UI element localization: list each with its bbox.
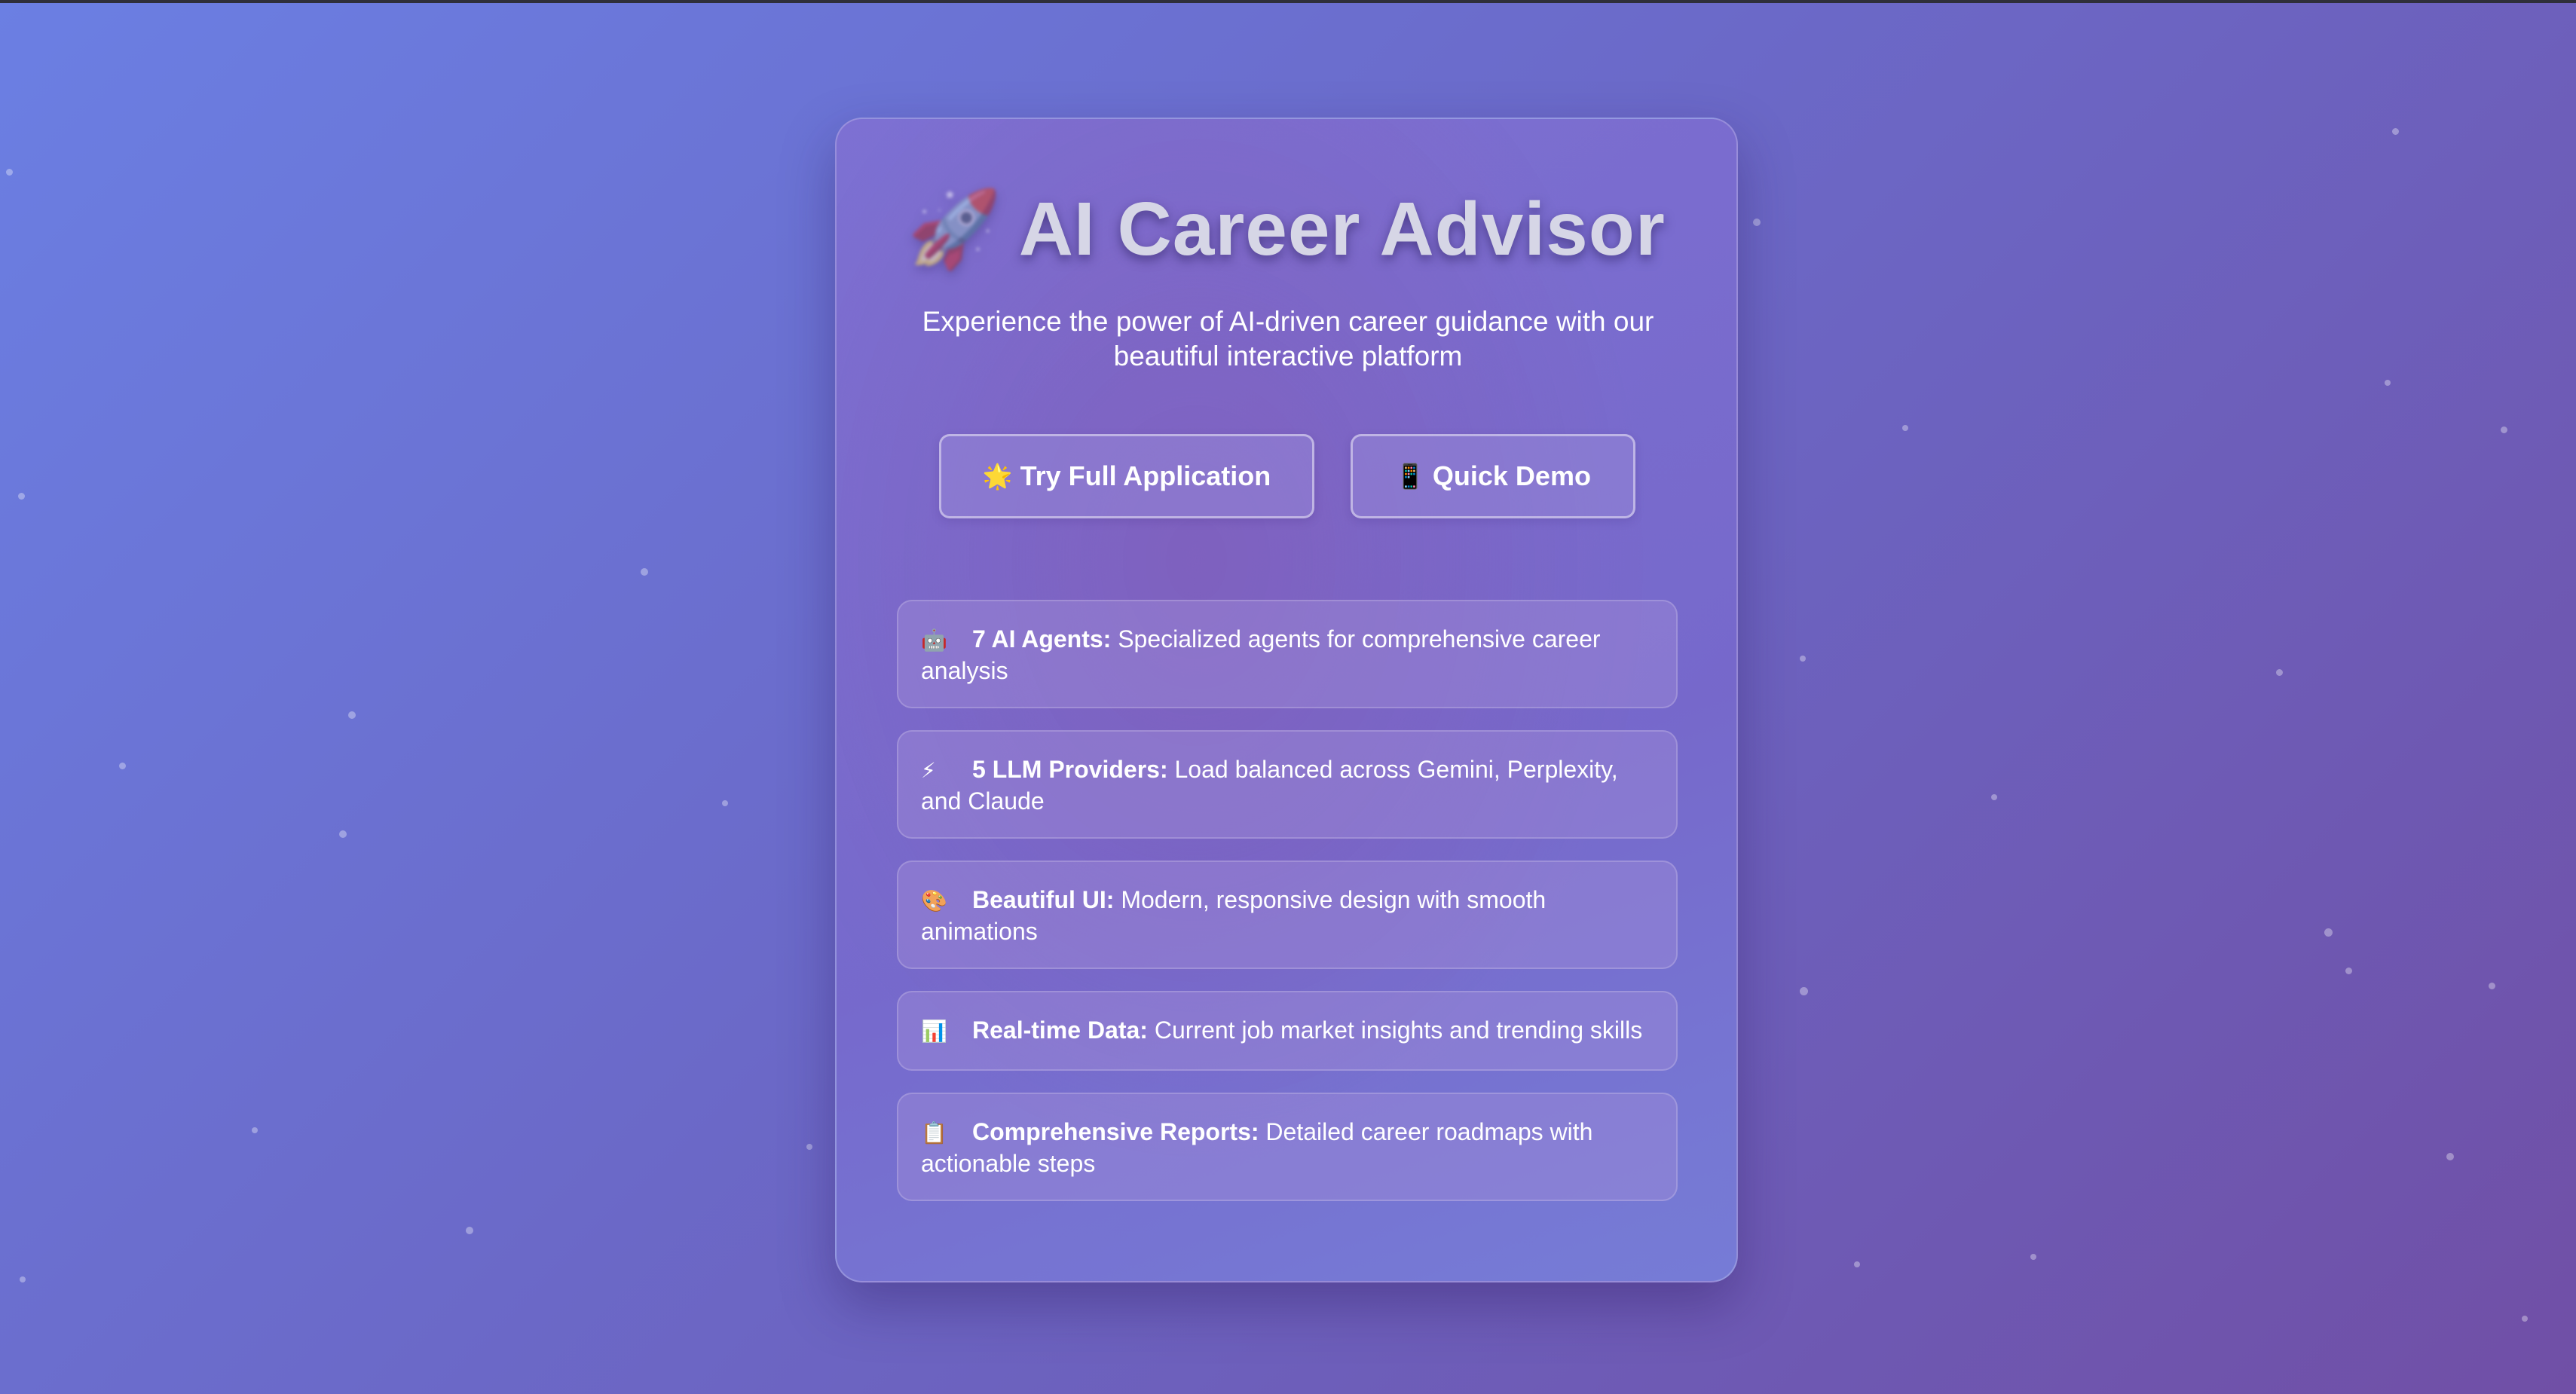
feature-title: 7 AI Agents: <box>972 625 1112 653</box>
page-title-text: AI Career Advisor <box>1018 187 1666 271</box>
rocket-icon: 🚀 <box>907 187 1002 271</box>
feature-card-real-time-data: 📊 Real-time Data: Current job market insi… <box>897 991 1678 1071</box>
lightning-icon: ⚡ <box>921 759 936 782</box>
feature-card-beautiful-ui: 🎨 Beautiful UI: Modern, responsive design… <box>897 861 1678 969</box>
try-full-application-label: Try Full Application <box>1020 460 1271 491</box>
bar-chart-icon: 📊 <box>921 1020 947 1043</box>
robot-icon: 🤖 <box>921 628 947 652</box>
phone-icon: 📱 <box>1395 463 1425 490</box>
try-full-application-button[interactable]: 🌟 Try Full Application <box>939 434 1314 518</box>
page-title: 🚀 AI Career Advisor <box>837 185 1736 274</box>
star-icon: 🌟 <box>982 463 1013 490</box>
quick-demo-button[interactable]: 📱 Quick Demo <box>1351 434 1635 518</box>
page-subtitle: Experience the power of AI-driven career… <box>922 306 1654 371</box>
main-card: 🚀 AI Career Advisor Experience the power … <box>835 118 1738 1282</box>
quick-demo-label: Quick Demo <box>1432 460 1591 491</box>
feature-title: Beautiful UI: <box>972 886 1115 913</box>
feature-description: Current job market insights and trending… <box>1154 1016 1643 1044</box>
clipboard-icon: 📋 <box>921 1121 947 1145</box>
feature-card-llm-providers: ⚡ 5 LLM Providers: Load balanced across G… <box>897 730 1678 839</box>
feature-card-ai-agents: 🤖 7 AI Agents: Specialized agents for com… <box>897 600 1678 708</box>
feature-title: Real-time Data: <box>972 1016 1148 1044</box>
palette-icon: 🎨 <box>921 889 947 913</box>
feature-title: 5 LLM Providers: <box>972 756 1168 783</box>
window-top-edge <box>0 0 2576 3</box>
feature-card-comprehensive-reports: 📋 Comprehensive Reports: Detailed career … <box>897 1093 1678 1201</box>
feature-title: Comprehensive Reports: <box>972 1118 1259 1145</box>
